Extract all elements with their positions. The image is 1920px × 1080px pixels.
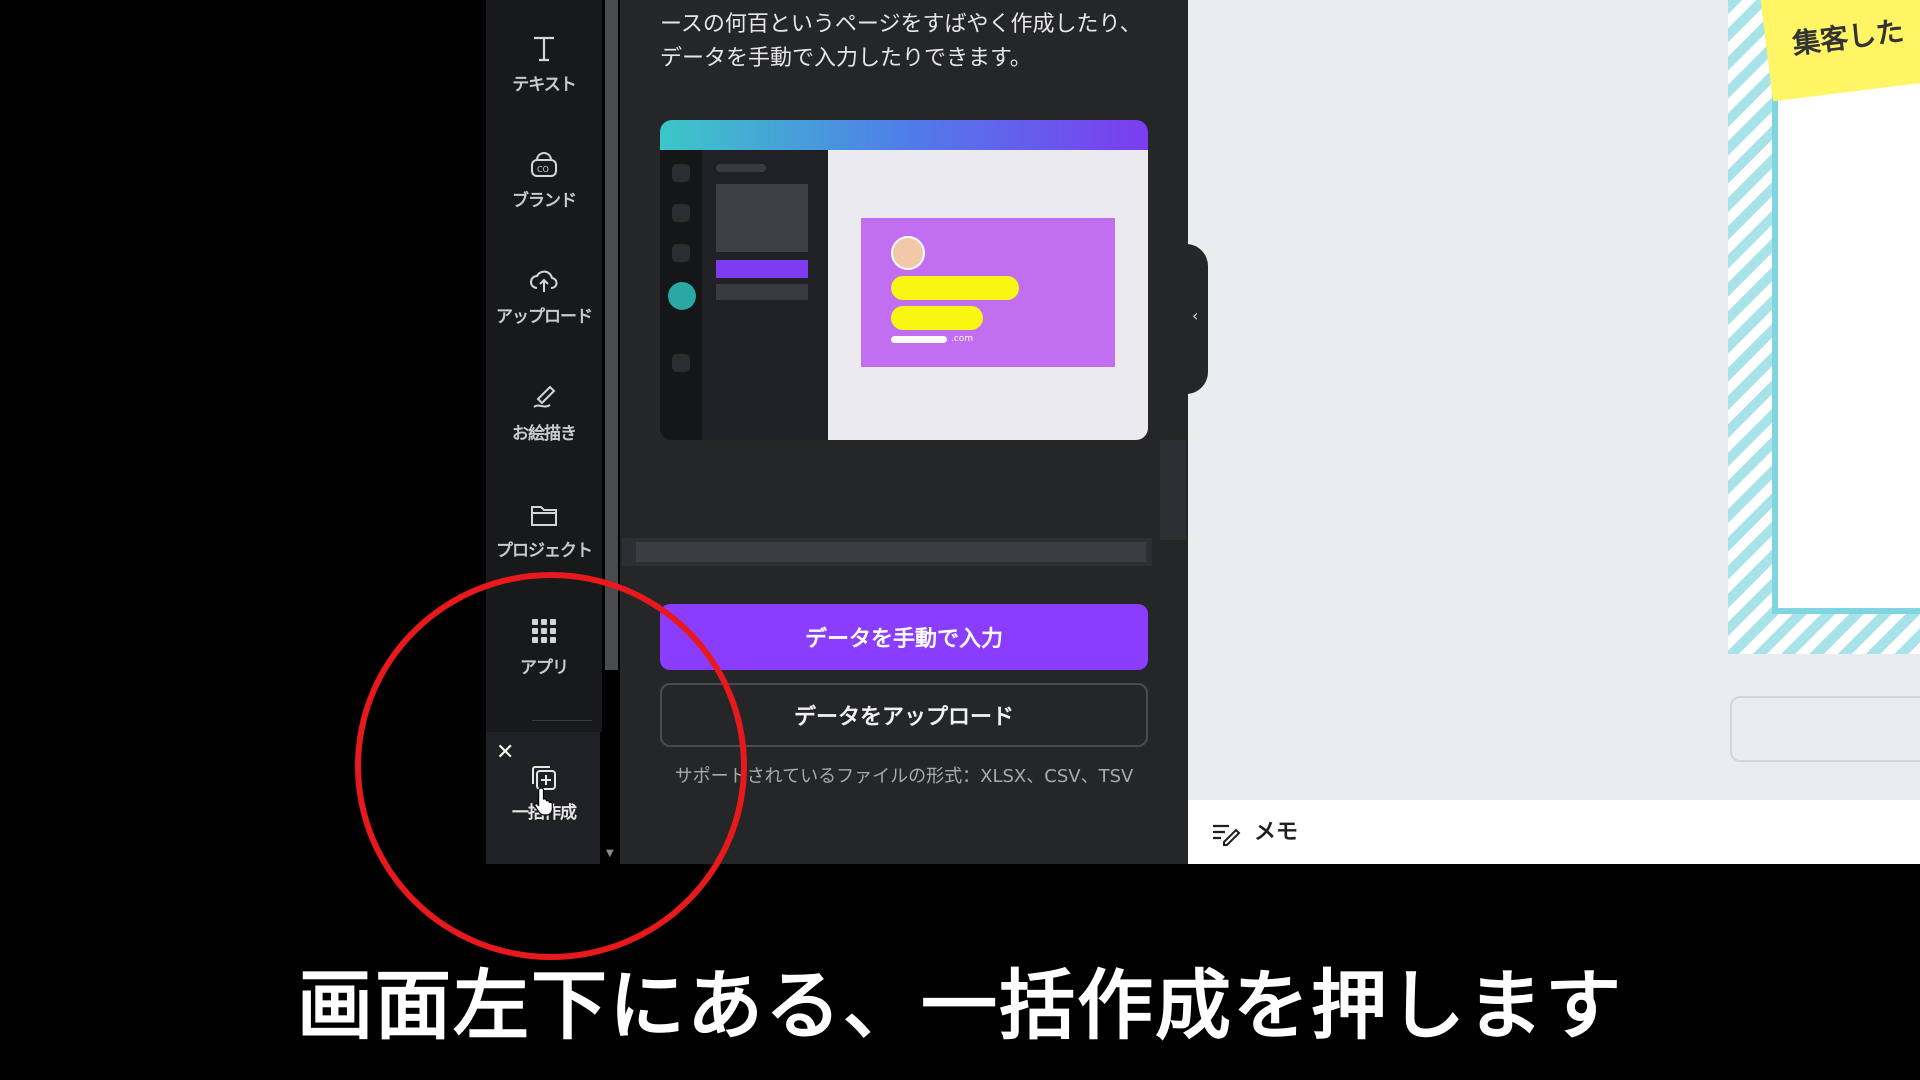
- collapse-panel-button[interactable]: ‹: [1186, 244, 1208, 394]
- avatar: [891, 236, 925, 270]
- bulk-create-illustration: .com: [660, 120, 1148, 440]
- folder-icon: [531, 506, 557, 526]
- enter-data-manually-button[interactable]: データを手動で入力: [660, 604, 1148, 670]
- brand-icon: CO: [531, 152, 557, 177]
- rail-item-label: アップロード: [496, 307, 593, 327]
- rail-item-text[interactable]: テキスト: [486, 32, 602, 132]
- vertical-scrollbar[interactable]: [1160, 440, 1186, 540]
- rail-item-brand[interactable]: CO ブランド: [486, 148, 602, 248]
- panel-description: ースの何百というページをすばやく作成したり、データを手動で入力したりできます。: [660, 12, 1142, 71]
- rail-item-label: テキスト: [512, 75, 577, 95]
- rail-item-label: お絵描き: [512, 424, 577, 444]
- rail-scrollbar[interactable]: [605, 0, 618, 670]
- memo-icon: [1213, 824, 1241, 846]
- draw-icon: [533, 385, 556, 408]
- rail-item-draw[interactable]: お絵描き: [486, 381, 602, 481]
- rail-item-upload[interactable]: アップロード: [486, 264, 602, 364]
- illustration-rail: [660, 150, 702, 440]
- highlight-circle: [355, 572, 747, 960]
- rail-item-label: プロジェクト: [496, 541, 593, 561]
- illustration-sidepanel: [702, 150, 828, 440]
- horizontal-scroll-thumb[interactable]: [636, 542, 1146, 562]
- svg-text:CO: CO: [537, 165, 549, 174]
- illustration-card: .com: [861, 218, 1115, 367]
- illustration-email: .com: [951, 334, 974, 344]
- text-icon: [534, 36, 554, 62]
- rail-item-label: ブランド: [512, 191, 577, 211]
- add-page-bar[interactable]: [1730, 696, 1920, 762]
- illustration-header-bar: [660, 120, 1148, 150]
- memo-button[interactable]: メモ: [1254, 814, 1298, 846]
- video-subtitle: 画面左下にある、一括作成を押します: [297, 961, 1623, 1050]
- chevron-left-icon: ‹: [1192, 306, 1199, 325]
- upload-cloud-icon: [530, 270, 558, 292]
